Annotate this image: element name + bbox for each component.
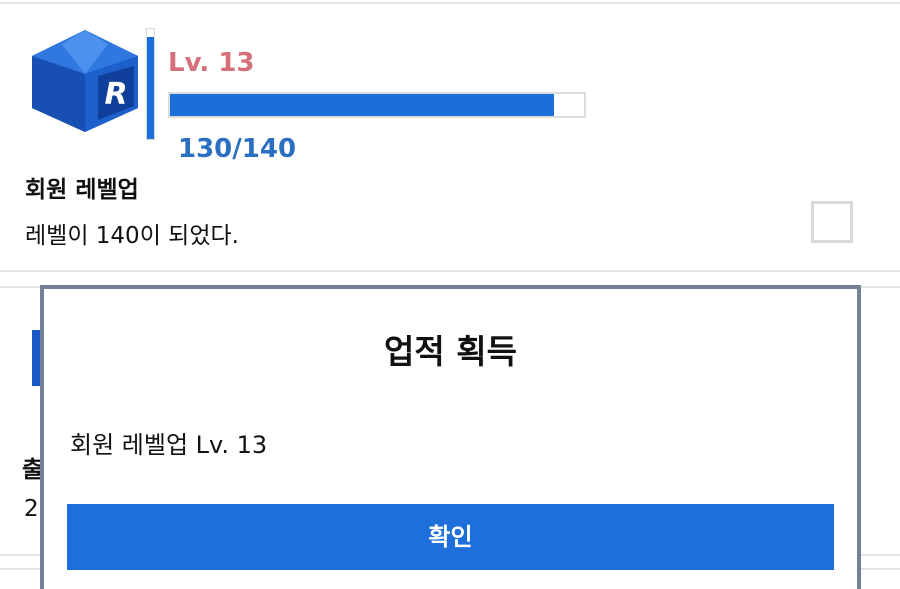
- level-label: Lv. 13: [168, 48, 255, 78]
- level-rail: [146, 28, 155, 140]
- progress-bar-fill: [170, 94, 555, 116]
- progress-bar: [168, 92, 586, 118]
- dialog-message: 회원 레벨업 Lv. 13: [70, 431, 268, 459]
- progress-text: 130/140: [178, 134, 297, 164]
- svg-text:R: R: [104, 77, 127, 112]
- r-cube-logo-icon: R: [32, 30, 138, 132]
- achievement-title: 회원 레벨업: [25, 177, 139, 203]
- achievement-description: 레벨이 140이 되었다.: [25, 223, 239, 249]
- level-rail-fill: [147, 36, 154, 139]
- achievement-description-2: 2: [24, 496, 39, 522]
- confirm-button[interactable]: 확인: [67, 504, 834, 570]
- achievement-checkbox[interactable]: [811, 201, 853, 243]
- achievement-dialog: 업적 획득 회원 레벨업 Lv. 13 확인: [40, 285, 861, 589]
- achievements-screen: R Lv. 13 130/140 회원 레벨업 레벨이 140이 되었다. 출 …: [0, 0, 900, 589]
- dialog-title: 업적 획득: [384, 332, 517, 371]
- achievement-card: R Lv. 13 130/140 회원 레벨업 레벨이 140이 되었다.: [0, 2, 900, 272]
